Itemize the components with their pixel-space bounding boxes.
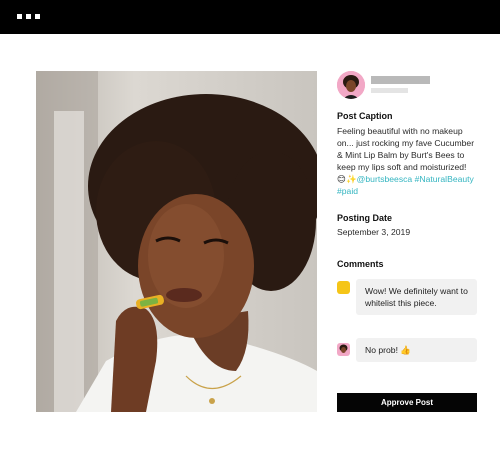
creator-name-placeholder	[371, 76, 430, 84]
dot-icon	[26, 14, 31, 19]
caption-body: Feeling beautiful with no makeup on... j…	[337, 126, 475, 172]
window-titlebar	[0, 0, 500, 34]
caption-hashtag-link[interactable]: #NaturalBeauty	[415, 174, 474, 184]
posting-date-heading: Posting Date	[337, 213, 393, 223]
creator-avatar[interactable]	[337, 71, 365, 99]
creator-avatar-icon	[337, 343, 350, 356]
post-photo	[36, 71, 317, 412]
caption-mention-link[interactable]: @burtsbeesca	[357, 174, 413, 184]
creator-handle-placeholder	[371, 88, 408, 93]
brand-square-icon	[337, 281, 350, 294]
post-caption-text: Feeling beautiful with no makeup on... j…	[337, 125, 477, 197]
window-menu-dots[interactable]	[17, 14, 40, 19]
comment-bubble: Wow! We definitely want to whitelist thi…	[356, 279, 477, 315]
comments-heading: Comments	[337, 259, 384, 269]
approve-post-button[interactable]: Approve Post	[337, 393, 477, 412]
post-photo-image	[36, 71, 317, 412]
post-caption-heading: Post Caption	[337, 111, 393, 121]
posting-date-value: September 3, 2019	[337, 227, 411, 237]
dot-icon	[35, 14, 40, 19]
caption-hashtag-link[interactable]: #paid	[337, 186, 358, 196]
caption-emoji: 😊✨	[337, 174, 357, 184]
dot-icon	[17, 14, 22, 19]
creator-avatar-icon	[337, 71, 365, 99]
comment-bubble: No prob! 👍	[356, 338, 477, 362]
